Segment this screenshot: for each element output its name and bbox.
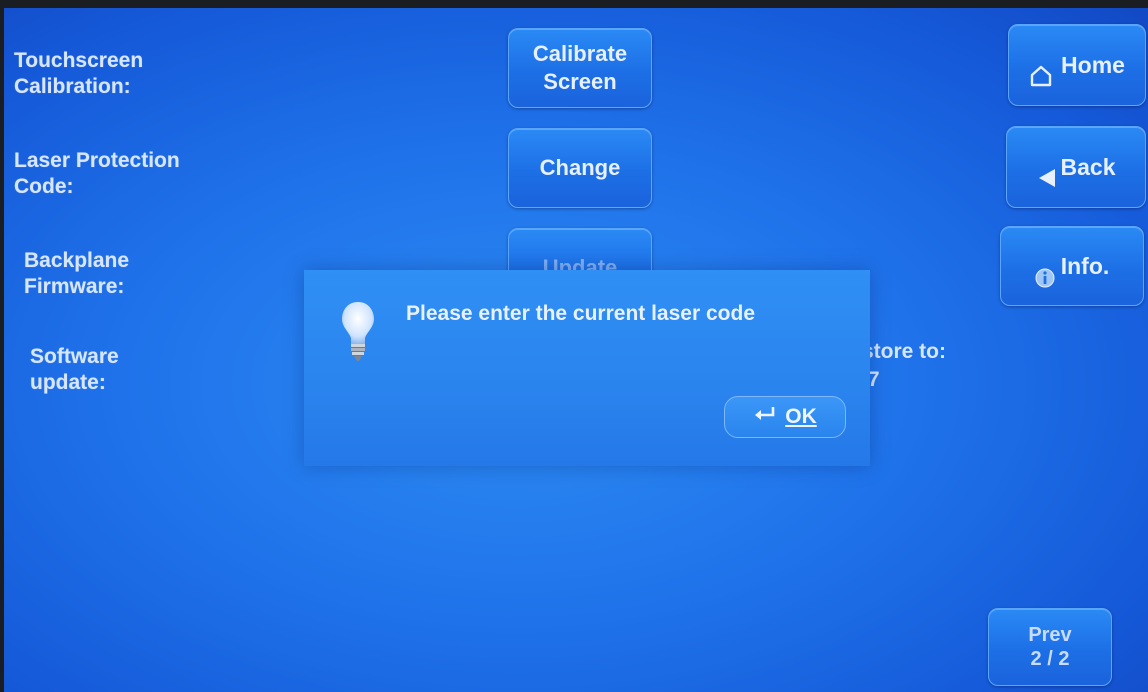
touchscreen-calibration-label: Touchscreen Calibration: — [14, 49, 144, 98]
software-update-label: Software update: — [30, 345, 119, 394]
ok-label: OK — [785, 405, 817, 428]
ok-button[interactable]: OK — [724, 396, 846, 438]
laser-protection-code-label: Laser Protection Code: — [14, 149, 180, 198]
back-button[interactable]: Back — [1006, 126, 1146, 208]
info-button[interactable]: Info. — [1000, 226, 1144, 306]
house-outline-icon — [1029, 36, 1053, 94]
calibrate-screen-button[interactable]: Calibrate Screen — [508, 28, 652, 108]
lightbulb-icon — [340, 300, 376, 367]
restore-to-text: store to: .7 — [862, 340, 946, 391]
info-label: Info. — [1060, 253, 1110, 279]
backplane-firmware-label: Backplane Firmware: — [24, 249, 130, 298]
enter-return-icon — [753, 405, 777, 429]
info-icon — [1035, 238, 1055, 294]
change-laser-code-button[interactable]: Change — [508, 128, 652, 208]
home-label: Home — [1061, 52, 1125, 78]
prev-page-button[interactable]: Prev 2 / 2 — [988, 608, 1112, 686]
laser-code-dialog: Please enter the current laser code OK — [304, 270, 870, 466]
touchscreen-display: Touchscreen Calibration: Laser Protectio… — [4, 8, 1148, 692]
back-label: Back — [1060, 154, 1116, 180]
home-button[interactable]: Home — [1008, 24, 1146, 106]
left-triangle-icon — [1037, 139, 1057, 195]
dialog-message: Please enter the current laser code — [406, 302, 755, 325]
